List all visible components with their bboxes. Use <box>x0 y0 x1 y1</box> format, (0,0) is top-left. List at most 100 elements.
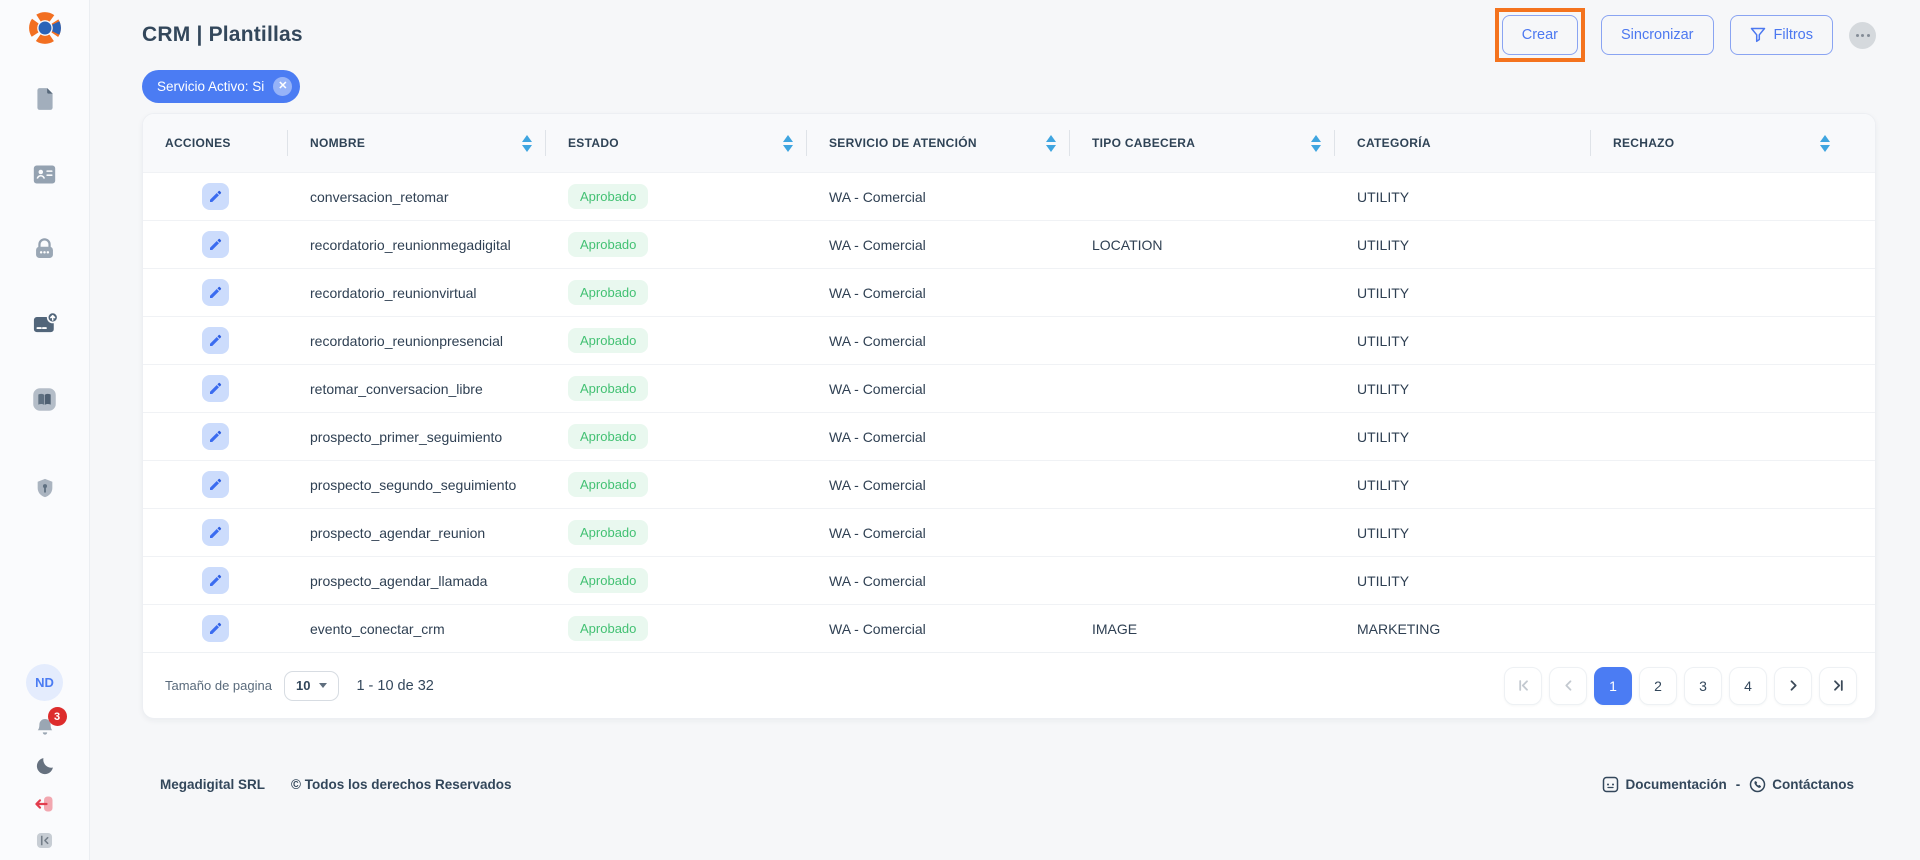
sincronizar-button[interactable]: Sincronizar <box>1601 15 1714 55</box>
edit-button[interactable] <box>202 327 229 354</box>
main-content: CRM | Plantillas Crear Sincronizar Filtr… <box>90 0 1920 860</box>
servicio-cell: WA - Comercial <box>807 525 1070 541</box>
notification-count-badge: 3 <box>48 707 67 726</box>
pagination-last-button[interactable] <box>1819 667 1857 705</box>
table-header-cell: ESTADO <box>546 114 807 172</box>
footer-left: Megadigital SRL © Todos los derechos Res… <box>160 777 512 792</box>
table-header-cell: SERVICIO DE ATENCIÓN <box>807 114 1070 172</box>
nombre-cell: prospecto_agendar_llamada <box>288 573 546 589</box>
open-book-icon <box>31 386 58 413</box>
sort-arrows-icon[interactable] <box>1820 135 1830 152</box>
status-badge: Aprobado <box>568 280 648 305</box>
crear-button[interactable]: Crear <box>1502 15 1578 55</box>
actions-cell <box>143 231 288 258</box>
estado-cell: Aprobado <box>546 280 807 305</box>
nombre-cell: conversacion_retomar <box>288 189 546 205</box>
nombre-cell: prospecto_primer_seguimiento <box>288 429 546 445</box>
nombre-cell: prospecto_agendar_reunion <box>288 525 546 541</box>
table-header-cell: TIPO CABECERA <box>1070 114 1335 172</box>
collapse-icon <box>35 831 54 850</box>
sort-arrows-icon[interactable] <box>1046 135 1056 152</box>
pagination-range: 1 - 10 de 32 <box>356 678 433 694</box>
pagination-prev-button[interactable] <box>1549 667 1587 705</box>
edit-button[interactable] <box>202 231 229 258</box>
documentation-link[interactable]: Documentación <box>1602 776 1726 793</box>
sidebar-item-security[interactable] <box>31 235 59 263</box>
pencil-icon <box>208 525 223 540</box>
page-title: CRM | Plantillas <box>142 23 303 47</box>
logout-button[interactable] <box>33 792 57 816</box>
table-header-cell: RECHAZO <box>1591 114 1875 172</box>
pagination-page-3[interactable]: 3 <box>1684 667 1722 705</box>
categoria-cell: UTILITY <box>1335 477 1591 493</box>
edit-button[interactable] <box>202 183 229 210</box>
edit-button[interactable] <box>202 615 229 642</box>
sort-arrows-icon[interactable] <box>1311 135 1321 152</box>
pagination-page-2[interactable]: 2 <box>1639 667 1677 705</box>
servicio-cell: WA - Comercial <box>807 189 1070 205</box>
edit-button[interactable] <box>202 567 229 594</box>
footer-company: Megadigital SRL <box>160 777 265 792</box>
table-row: recordatorio_reunionmegadigital Aprobado… <box>143 220 1875 268</box>
contact-card-icon <box>31 161 58 188</box>
nombre-cell: evento_conectar_crm <box>288 621 546 637</box>
page-size-value: 10 <box>296 678 310 693</box>
estado-cell: Aprobado <box>546 568 807 593</box>
user-avatar[interactable]: ND <box>26 664 63 701</box>
categoria-cell: UTILITY <box>1335 333 1591 349</box>
sidebar-item-contacts[interactable] <box>31 160 59 188</box>
app-logo-icon[interactable] <box>26 9 64 47</box>
estado-cell: Aprobado <box>546 472 807 497</box>
actions-cell <box>143 519 288 546</box>
table-header-cell: NOMBRE <box>288 114 546 172</box>
pencil-icon <box>208 621 223 636</box>
sort-arrows-icon[interactable] <box>783 135 793 152</box>
nombre-cell: recordatorio_reunionmegadigital <box>288 237 546 253</box>
table-row: retomar_conversacion_libre Aprobado WA -… <box>143 364 1875 412</box>
categoria-cell: UTILITY <box>1335 381 1591 397</box>
table-body: conversacion_retomar Aprobado WA - Comer… <box>143 172 1875 652</box>
actions-cell <box>143 279 288 306</box>
notifications-button[interactable]: 3 <box>33 716 57 740</box>
more-options-button[interactable] <box>1849 22 1876 49</box>
collapse-sidebar-button[interactable] <box>35 831 54 850</box>
pagination-first-button[interactable] <box>1504 667 1542 705</box>
status-badge: Aprobado <box>568 376 648 401</box>
edit-button[interactable] <box>202 375 229 402</box>
servicio-cell: WA - Comercial <box>807 381 1070 397</box>
edit-button[interactable] <box>202 471 229 498</box>
sidebar-item-documents[interactable] <box>31 85 59 113</box>
sidebar-item-library[interactable] <box>31 385 59 413</box>
sort-arrows-icon[interactable] <box>522 135 532 152</box>
edit-button[interactable] <box>202 423 229 450</box>
categoria-cell: MARKETING <box>1335 621 1591 637</box>
dark-mode-toggle[interactable] <box>34 755 56 777</box>
filtros-button[interactable]: Filtros <box>1730 15 1833 55</box>
pagination-page-4[interactable]: 4 <box>1729 667 1767 705</box>
pencil-icon <box>208 333 223 348</box>
file-icon <box>32 86 58 112</box>
servicio-cell: WA - Comercial <box>807 237 1070 253</box>
actions-cell <box>143 471 288 498</box>
column-label: NOMBRE <box>310 136 365 150</box>
first-page-icon <box>1517 679 1530 692</box>
categoria-cell: UTILITY <box>1335 525 1591 541</box>
active-filters-row: Servicio Activo: Si ✕ <box>142 70 1876 103</box>
filtros-label: Filtros <box>1774 27 1813 43</box>
contact-link[interactable]: Contáctanos <box>1749 776 1854 793</box>
logout-icon <box>33 792 57 816</box>
column-label: CATEGORÍA <box>1357 136 1431 150</box>
pagination-next-button[interactable] <box>1774 667 1812 705</box>
sidebar-bottom: ND 3 <box>26 664 63 850</box>
sidebar-item-payments[interactable] <box>31 310 59 338</box>
status-badge: Aprobado <box>568 424 648 449</box>
filter-chip-close-icon[interactable]: ✕ <box>273 77 292 96</box>
page-size-select[interactable]: 10 <box>284 671 339 701</box>
pagination-page-1[interactable]: 1 <box>1594 667 1632 705</box>
sidebar-item-badge[interactable] <box>31 474 59 502</box>
footer-rights: © Todos los derechos Reservados <box>291 777 512 792</box>
estado-cell: Aprobado <box>546 184 807 209</box>
sidebar-nav <box>31 85 59 502</box>
edit-button[interactable] <box>202 279 229 306</box>
edit-button[interactable] <box>202 519 229 546</box>
